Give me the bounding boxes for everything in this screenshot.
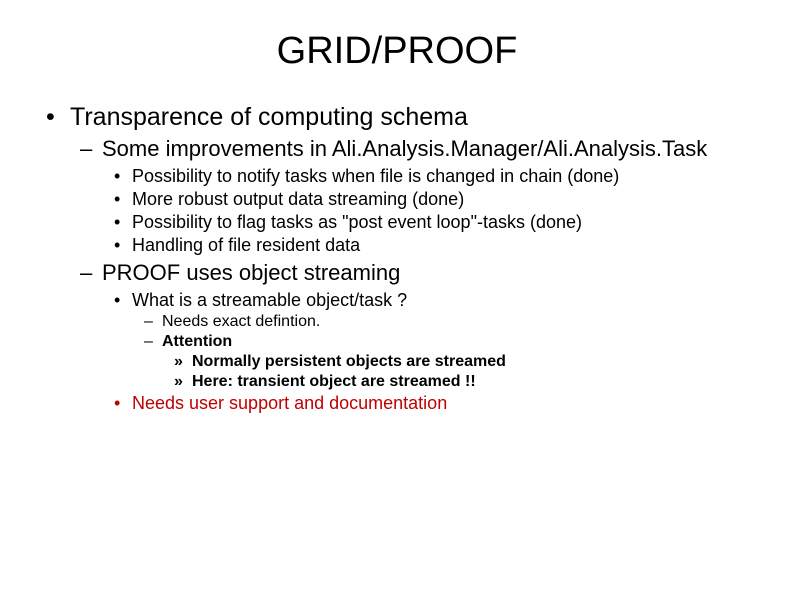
slide: GRID/PROOF Transparence of computing sch… — [0, 0, 794, 595]
bullet-lvl5: Normally persistent objects are streamed — [162, 353, 754, 371]
bullet-list: Transparence of computing schema Some im… — [40, 103, 754, 414]
bullet-lvl3: Handling of file resident data — [102, 235, 754, 256]
bullet-text: Possibility to flag tasks as "post event… — [132, 212, 582, 232]
bullet-lvl3-highlight: Needs user support and documentation — [102, 393, 754, 414]
bullet-lvl2: Some improvements in Ali.Analysis.Manage… — [70, 136, 754, 256]
bullet-lvl3: More robust output data streaming (done) — [102, 189, 754, 210]
bullet-lvl5: Here: transient object are streamed !! — [162, 373, 754, 391]
bullet-text: Normally persistent objects are streamed — [192, 353, 506, 370]
slide-title: GRID/PROOF — [40, 30, 754, 73]
bullet-lvl3: Possibility to notify tasks when file is… — [102, 166, 754, 187]
bullet-lvl2: PROOF uses object streaming What is a st… — [70, 260, 754, 414]
bullet-lvl3: What is a streamable object/task ? Needs… — [102, 290, 754, 391]
bullet-text: Needs exact defintion. — [162, 313, 320, 330]
bullet-text: Possibility to notify tasks when file is… — [132, 166, 619, 186]
bullet-text: What is a streamable object/task ? — [132, 290, 407, 310]
bullet-text: Attention — [162, 333, 232, 350]
bullet-lvl1: Transparence of computing schema Some im… — [40, 103, 754, 414]
bullet-text: Here: transient object are streamed !! — [192, 373, 476, 390]
bullet-text: Handling of file resident data — [132, 235, 360, 255]
bullet-text: PROOF uses object streaming — [102, 260, 400, 285]
bullet-lvl4: Needs exact defintion. — [132, 313, 754, 331]
bullet-text: Some improvements in Ali.Analysis.Manage… — [102, 136, 707, 161]
bullet-lvl4: Attention Normally persistent objects ar… — [132, 333, 754, 391]
bullet-text: Transparence of computing schema — [70, 103, 468, 131]
bullet-text: More robust output data streaming (done) — [132, 189, 464, 209]
bullet-lvl3: Possibility to flag tasks as "post event… — [102, 212, 754, 233]
bullet-text: Needs user support and documentation — [132, 393, 447, 413]
